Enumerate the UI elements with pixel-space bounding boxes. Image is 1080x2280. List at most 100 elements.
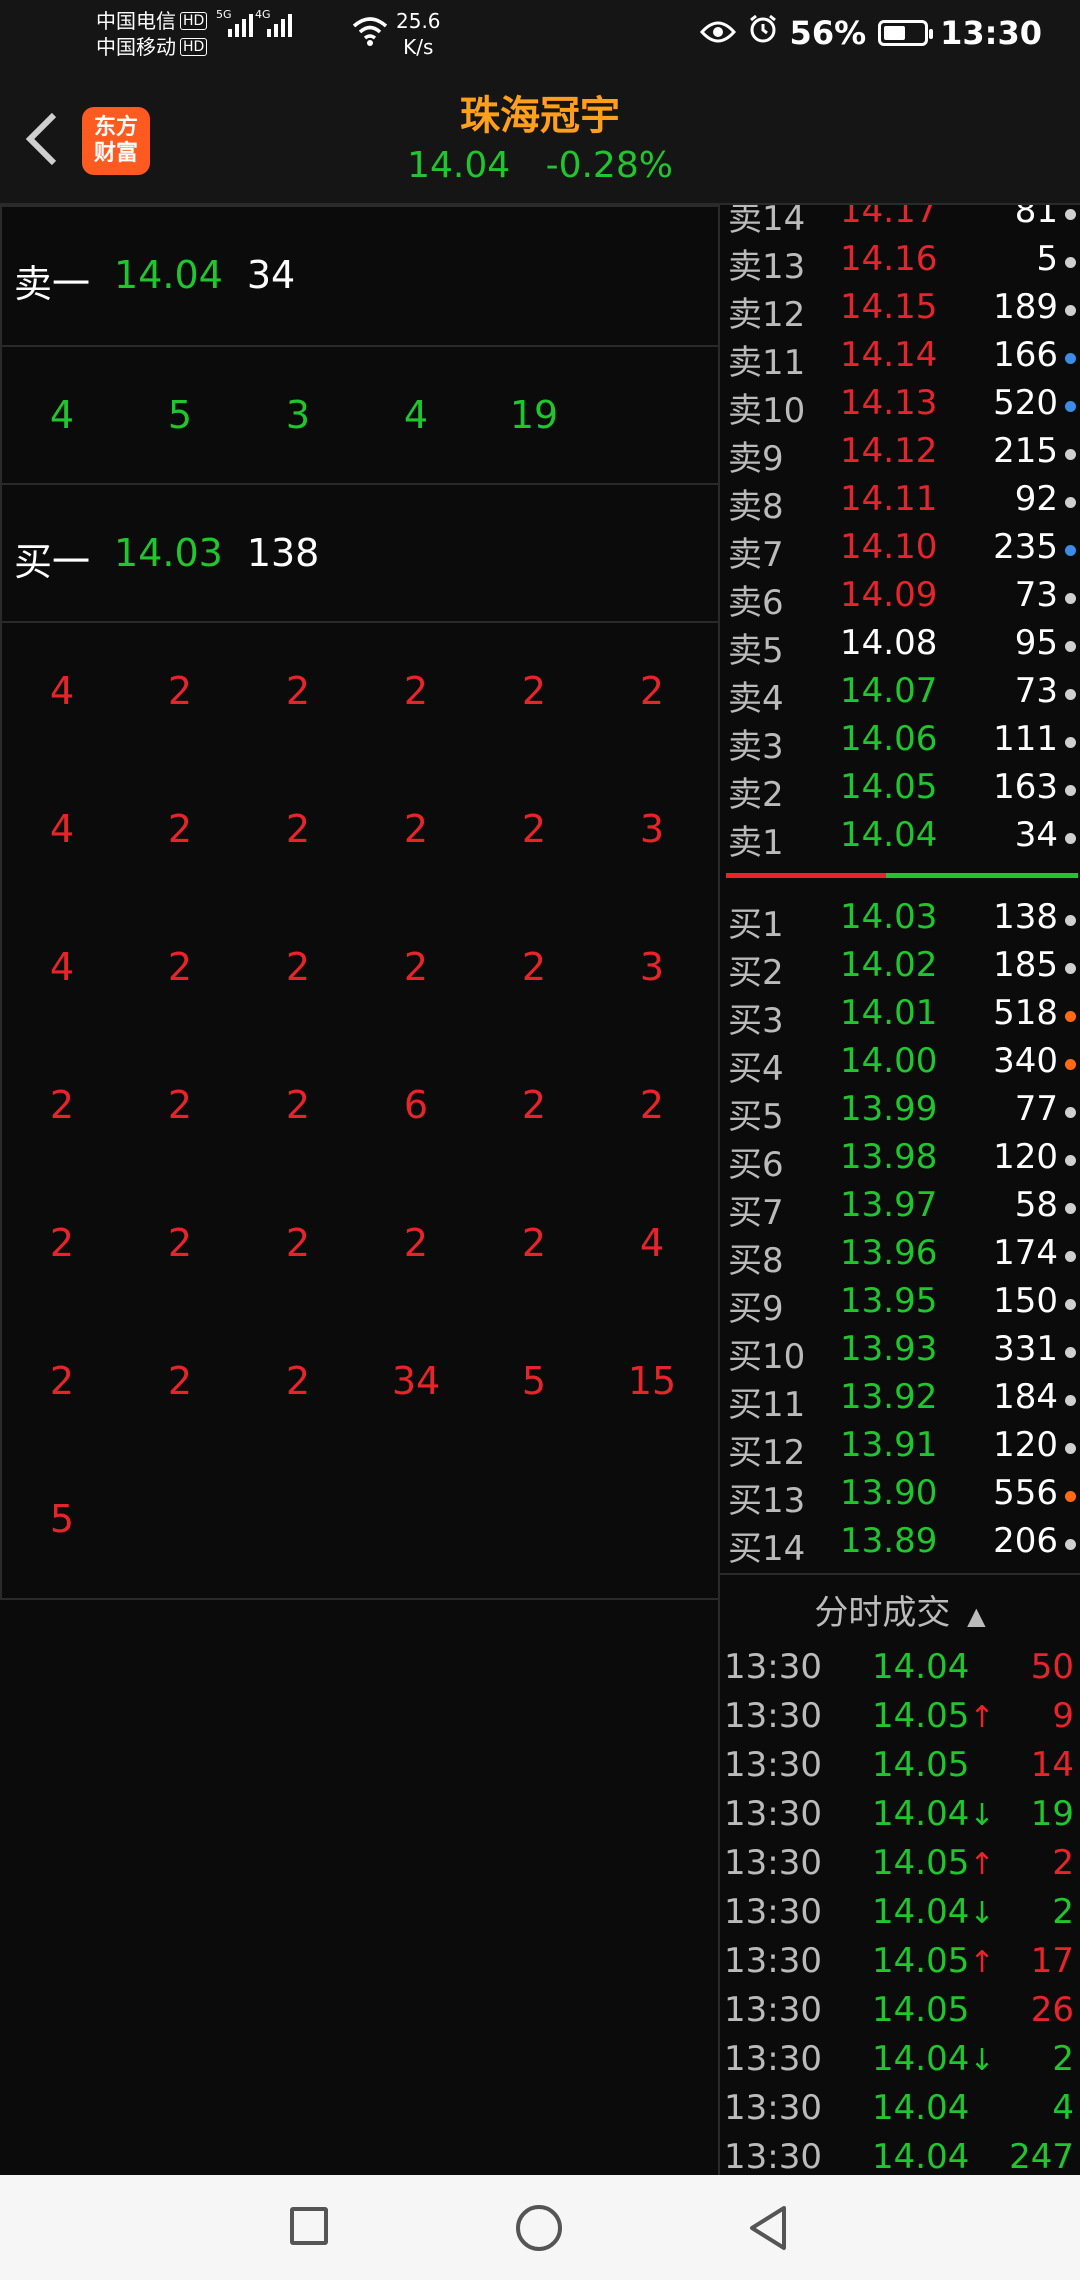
bid-ask-divider bbox=[726, 873, 1078, 878]
trade-price-group: 14.05↑ bbox=[872, 1843, 994, 1883]
order-dot-icon bbox=[1065, 497, 1076, 508]
ask-level-row[interactable]: 卖11 14.14 166 bbox=[728, 335, 1080, 383]
recent-apps-button[interactable] bbox=[290, 2207, 328, 2245]
bid-level-row[interactable]: 买5 13.99 77 bbox=[728, 1089, 1080, 1137]
bid-level-label: 买8 bbox=[728, 1241, 784, 1281]
ask-level-row[interactable]: 卖7 14.10 235 bbox=[728, 527, 1080, 575]
ask-level-row[interactable]: 卖3 14.06 111 bbox=[728, 719, 1080, 767]
ask-level-row[interactable]: 卖6 14.09 73 bbox=[728, 575, 1080, 623]
back-nav-button[interactable] bbox=[744, 2203, 792, 2257]
trade-price: 14.04 bbox=[872, 1794, 970, 1834]
bid-level-volume: 331 bbox=[993, 1329, 1058, 1369]
bid-level-label: 买10 bbox=[728, 1337, 806, 1377]
bid-level-row[interactable]: 买7 13.97 58 bbox=[728, 1185, 1080, 1233]
ask-level-label: 卖11 bbox=[728, 343, 806, 383]
ask-level-row[interactable]: 卖8 14.11 92 bbox=[728, 479, 1080, 527]
order-dot-icon bbox=[1065, 401, 1076, 412]
bid-level-row[interactable]: 买9 13.95 150 bbox=[728, 1281, 1080, 1329]
trades-header[interactable]: 分时成交 ▲ bbox=[720, 1585, 1080, 1634]
ask-level-volume: 166 bbox=[993, 335, 1058, 375]
order-dot-icon bbox=[1065, 1059, 1076, 1070]
bid-level-row[interactable]: 买3 14.01 518 bbox=[728, 993, 1080, 1041]
trade-volume: 50 bbox=[1030, 1647, 1074, 1687]
trade-price: 14.05 bbox=[872, 1941, 970, 1981]
arrow-up-icon: ↑ bbox=[969, 1700, 995, 1735]
buy-queue-count: 4 bbox=[639, 1221, 665, 1265]
bid-level-row[interactable]: 买12 13.91 120 bbox=[728, 1425, 1080, 1473]
ask-level-label: 卖10 bbox=[728, 391, 806, 431]
ask-level-row[interactable]: 卖9 14.12 215 bbox=[728, 431, 1080, 479]
bid-level-volume: 120 bbox=[993, 1137, 1058, 1177]
buy-queue-count: 2 bbox=[167, 807, 193, 851]
ask-level-volume: 215 bbox=[993, 431, 1058, 471]
arrow-down-icon: ↓ bbox=[969, 2043, 995, 2078]
trade-row: 13:30 14.04↓ 2 bbox=[724, 2039, 1080, 2087]
bid-level-volume: 184 bbox=[993, 1377, 1058, 1417]
ask-level-row[interactable]: 卖12 14.15 189 bbox=[728, 287, 1080, 335]
ask-level-volume: 111 bbox=[993, 719, 1058, 759]
ask-level-price: 14.09 bbox=[840, 575, 938, 615]
bid-level-row[interactable]: 买8 13.96 174 bbox=[728, 1233, 1080, 1281]
hd-badge: HD bbox=[180, 38, 208, 56]
ask-level-price: 14.05 bbox=[840, 767, 938, 807]
order-dot-icon bbox=[1065, 1347, 1076, 1358]
trade-row: 13:30 14.05 26 bbox=[724, 1990, 1080, 2038]
bid-level-volume: 556 bbox=[993, 1473, 1058, 1513]
bid-level-row[interactable]: 买4 14.00 340 bbox=[728, 1041, 1080, 1089]
home-button[interactable] bbox=[516, 2205, 562, 2251]
buy1-queue: 4 2 2 2 2 2 4 2 2 2 2 3 4 2 2 2 2 3 2 2 2 6 2 2 2 2 2 2 2 4 2 2 2 34 5 15 5 bbox=[2, 623, 718, 1598]
bid-level-label: 买4 bbox=[728, 1049, 784, 1089]
sell1-queue: 4 5 3 4 19 bbox=[2, 347, 718, 485]
ask-level-label: 卖1 bbox=[728, 823, 784, 863]
ask-level-row[interactable]: 卖14 14.17 81 bbox=[728, 205, 1080, 239]
bid-level-row[interactable]: 买13 13.90 556 bbox=[728, 1473, 1080, 1521]
order-dot-icon bbox=[1065, 209, 1076, 220]
trade-price-group: 14.05 bbox=[872, 1745, 969, 1785]
order-dot-icon bbox=[1065, 915, 1076, 926]
bid-level-row[interactable]: 买11 13.92 184 bbox=[728, 1377, 1080, 1425]
ask-level-label: 卖9 bbox=[728, 439, 784, 479]
trade-volume: 2 bbox=[1052, 1843, 1074, 1883]
bid-level-price: 14.01 bbox=[840, 993, 938, 1033]
trade-price-group: 14.04 bbox=[872, 2088, 969, 2128]
trade-volume: 9 bbox=[1052, 1696, 1074, 1736]
order-dot-icon bbox=[1065, 963, 1076, 974]
ask-level-row[interactable]: 卖4 14.07 73 bbox=[728, 671, 1080, 719]
ask-level-row[interactable]: 卖5 14.08 95 bbox=[728, 623, 1080, 671]
ask-level-row[interactable]: 卖10 14.13 520 bbox=[728, 383, 1080, 431]
buy-queue-count: 2 bbox=[521, 807, 547, 851]
sell1-price: 14.04 bbox=[114, 253, 223, 297]
buy-queue-count: 2 bbox=[285, 1359, 311, 1403]
trade-price: 14.05 bbox=[872, 1843, 970, 1883]
bid-level-row[interactable]: 买6 13.98 120 bbox=[728, 1137, 1080, 1185]
bid-level-price: 13.92 bbox=[840, 1377, 938, 1417]
ask-level-label: 卖2 bbox=[728, 775, 784, 815]
buy-queue-count: 2 bbox=[167, 1221, 193, 1265]
bid-level-row[interactable]: 买14 13.89 206 bbox=[728, 1521, 1080, 1569]
bid-level-price: 13.90 bbox=[840, 1473, 938, 1513]
ask-level-volume: 95 bbox=[1014, 623, 1058, 663]
ask-level-price: 14.11 bbox=[840, 479, 938, 519]
buy-queue-count: 2 bbox=[285, 807, 311, 851]
bid-level-price: 13.91 bbox=[840, 1425, 938, 1465]
ask-level-row[interactable]: 卖2 14.05 163 bbox=[728, 767, 1080, 815]
ask-level-row[interactable]: 卖13 14.16 5 bbox=[728, 239, 1080, 287]
bid-level-volume: 150 bbox=[993, 1281, 1058, 1321]
ask-level-price: 14.15 bbox=[840, 287, 938, 327]
net-speed-value: 25.6 bbox=[396, 9, 441, 33]
trade-row: 13:30 14.04 4 bbox=[724, 2088, 1080, 2136]
order-book[interactable]: 卖14 14.17 81 卖13 14.16 5 卖12 14.15 189 卖11 14.14 16… bbox=[720, 205, 1080, 1573]
status-right: 56% 13:30 bbox=[699, 14, 1042, 52]
ask-level-volume: 73 bbox=[1014, 671, 1058, 711]
bid-level-volume: 174 bbox=[993, 1233, 1058, 1273]
ask-level-label: 卖3 bbox=[728, 727, 784, 767]
bid-level-row[interactable]: 买2 14.02 185 bbox=[728, 945, 1080, 993]
ask-level-row[interactable]: 卖1 14.04 34 bbox=[728, 815, 1080, 863]
bid-level-price: 14.02 bbox=[840, 945, 938, 985]
bid-level-row[interactable]: 买10 13.93 331 bbox=[728, 1329, 1080, 1377]
order-dot-icon bbox=[1065, 1539, 1076, 1550]
bid-level-row[interactable]: 买1 14.03 138 bbox=[728, 897, 1080, 945]
buy-queue-count: 34 bbox=[391, 1359, 441, 1403]
buy-queue-count: 2 bbox=[285, 669, 311, 713]
trade-time: 13:30 bbox=[724, 2137, 822, 2177]
